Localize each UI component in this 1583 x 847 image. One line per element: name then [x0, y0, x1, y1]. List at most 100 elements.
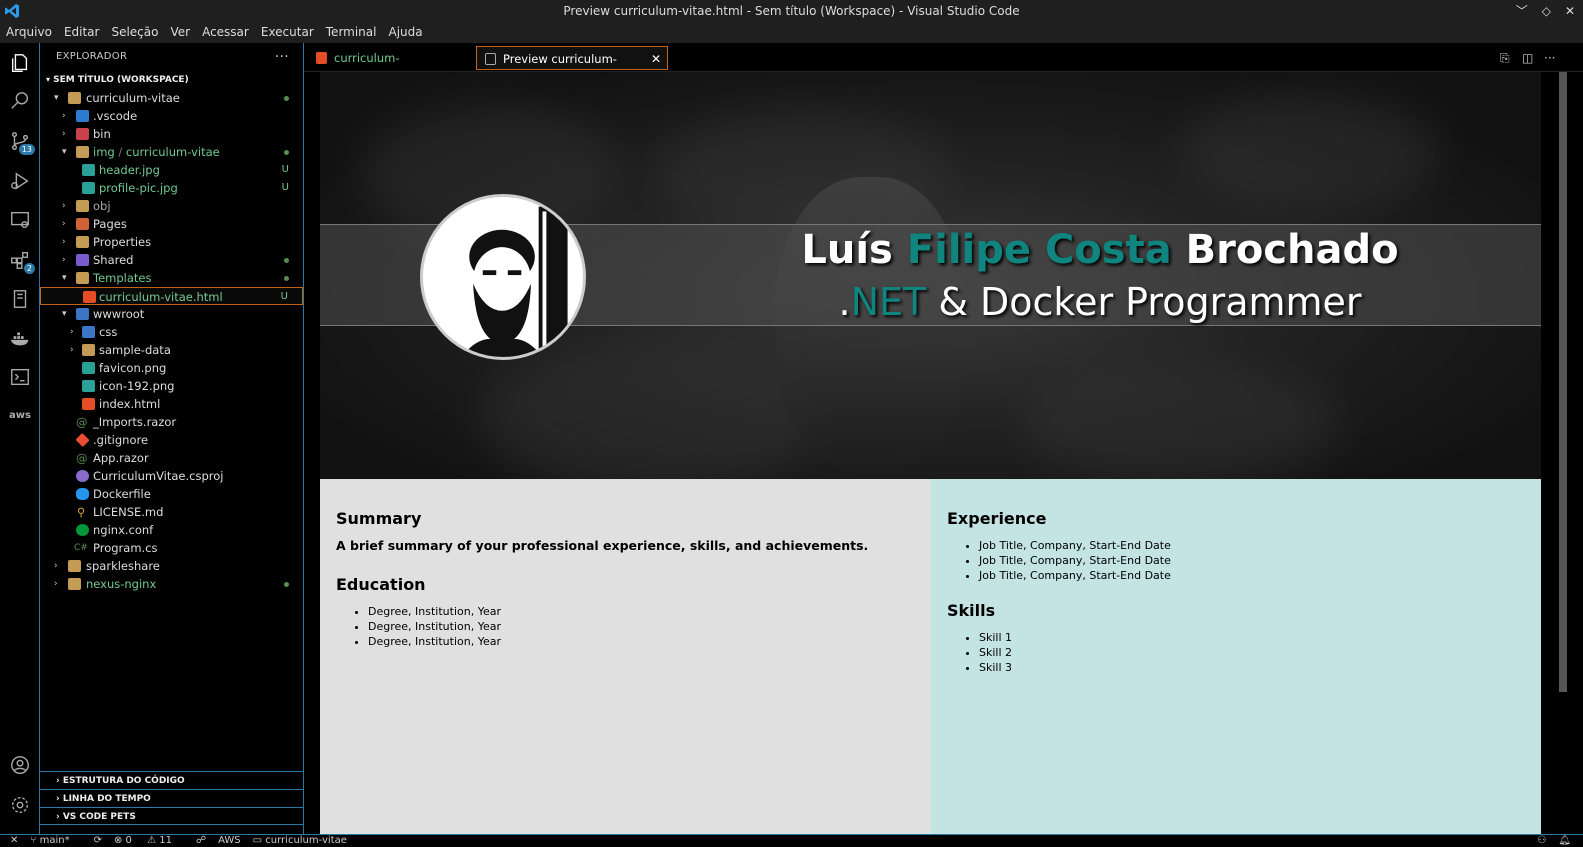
search-icon[interactable] [8, 89, 32, 113]
tree-file-index-html[interactable]: index.html [40, 395, 303, 413]
tree-file-app-razor[interactable]: @ App.razor [40, 449, 303, 467]
notebook-icon[interactable] [8, 287, 32, 311]
tree-folder-img[interactable]: ▾ img / curriculum-vitae [40, 143, 303, 161]
image-file-icon [82, 182, 95, 194]
menu-acessar[interactable]: Acessar [196, 22, 255, 43]
section-vscode-pets[interactable]: › VS CODE PETS [40, 807, 304, 825]
explorer-title: EXPLORADOR ··· [40, 43, 303, 71]
aws-status[interactable]: AWS [218, 835, 241, 847]
menu-ver[interactable]: Ver [164, 22, 196, 43]
close-tab-icon[interactable]: ✕ [651, 47, 661, 71]
account-icon[interactable] [8, 753, 32, 777]
menu-arquivo[interactable]: Arquivo [0, 22, 58, 43]
image-file-icon [82, 362, 95, 374]
tree-file-curriculum-vitae-html[interactable]: curriculum-vitae.html U [40, 287, 303, 305]
accounts-status-icon[interactable]: ⚇ [1537, 835, 1546, 847]
preview-icon [485, 53, 496, 65]
menu-ajuda[interactable]: Ajuda [382, 22, 428, 43]
profile-picture [420, 194, 586, 360]
open-source-icon[interactable]: ⎘ [1500, 51, 1514, 65]
folder-icon [68, 560, 81, 572]
tree-file-profile-pic-jpg[interactable]: profile-pic.jpg U [40, 179, 303, 197]
title-bar: Preview curriculum-vitae.html - Sem títu… [0, 0, 1583, 22]
tree-folder-properties[interactable]: › Properties [40, 233, 303, 251]
tree-folder-nexus-nginx[interactable]: › nexus-nginx [40, 575, 303, 593]
html-file-icon [83, 291, 96, 303]
tree-folder-sparkleshare[interactable]: › sparkleshare [40, 557, 303, 575]
notifications-icon[interactable]: 🔔︎ [1558, 835, 1571, 847]
tree-file-nginx-conf[interactable]: nginx.conf [40, 521, 303, 539]
docker-file-icon [76, 488, 89, 500]
tree-file-program-cs[interactable]: C# Program.cs [40, 539, 303, 557]
tree-folder-bin[interactable]: › bin [40, 125, 303, 143]
tree-file-header-jpg[interactable]: header.jpg U [40, 161, 303, 179]
split-editor-icon[interactable]: ◫ [1522, 51, 1536, 65]
tab-preview-curriculum-vitae[interactable]: Preview curriculum-vitae.html ✕ [476, 46, 668, 90]
remote-indicator-icon[interactable]: ✕ [10, 835, 18, 847]
tree-folder-css[interactable]: › css [40, 323, 303, 341]
docker-icon[interactable] [8, 326, 32, 350]
tree-file-license-md[interactable]: ⚲ LICENSE.md [40, 503, 303, 521]
activity-bar: 13 2 aws [0, 43, 40, 834]
tree-file-csproj[interactable]: CurriculumVitae.csproj [40, 467, 303, 485]
remote-explorer-icon[interactable] [8, 208, 32, 232]
menu-executar[interactable]: Executar [255, 22, 320, 43]
modified-dot [284, 582, 289, 587]
tree-folder-vscode[interactable]: › .vscode [40, 107, 303, 125]
tree-folder-sample-data[interactable]: › sample-data [40, 341, 303, 359]
tree-file-favicon-png[interactable]: favicon.png [40, 359, 303, 377]
menu-selecao[interactable]: Seleção [105, 22, 164, 43]
broadcast-icon[interactable]: ☍ [196, 835, 206, 847]
problems-indicator[interactable]: ⊗ 0 ⚠ 11 [114, 835, 184, 847]
folder-shared-icon [76, 254, 89, 266]
window-title: Preview curriculum-vitae.html - Sem títu… [563, 4, 1020, 18]
source-control-badge: 13 [18, 144, 35, 155]
section-timeline[interactable]: › LINHA DO TEMPO [40, 789, 304, 807]
source-control-icon[interactable]: 13 [8, 129, 35, 155]
tab-curriculum-vitae-html[interactable]: curriculum-vitae.html U [308, 46, 472, 89]
more-actions-icon[interactable]: ··· [275, 43, 289, 71]
list-item: Degree, Institution, Year [368, 634, 915, 649]
extensions-icon[interactable]: 2 [8, 248, 35, 274]
explorer-icon[interactable] [8, 51, 32, 75]
modified-dot [284, 96, 289, 101]
close-window-icon[interactable]: ✕ [1565, 0, 1575, 22]
tree-folder-shared[interactable]: › Shared [40, 251, 303, 269]
more-editor-actions-icon[interactable]: ··· [1544, 51, 1558, 65]
tree-folder-pages[interactable]: › Pages [40, 215, 303, 233]
minimize-icon[interactable]: ﹀ [1516, 0, 1528, 22]
tree-folder-obj[interactable]: › obj [40, 197, 303, 215]
menu-terminal[interactable]: Terminal [320, 22, 383, 43]
list-item: Job Title, Company, Start-End Date [979, 553, 1525, 568]
tree-file-imports-razor[interactable]: @ _Imports.razor [40, 413, 303, 431]
explorer-sidebar: EXPLORADOR ··· ▾ SEM TÍTULO (WORKSPACE) ▾… [40, 43, 304, 834]
aws-icon[interactable]: aws [8, 403, 32, 427]
maximize-icon[interactable]: ◇ [1542, 0, 1551, 22]
run-debug-icon[interactable] [8, 169, 32, 193]
tree-file-icon-192-png[interactable]: icon-192.png [40, 377, 303, 395]
workspace-header[interactable]: ▾ SEM TÍTULO (WORKSPACE) [40, 71, 303, 89]
terminal-icon[interactable] [8, 365, 32, 389]
menu-bar: Arquivo Editar Seleção Ver Acessar Execu… [0, 22, 1583, 43]
tree-file-gitignore[interactable]: .gitignore [40, 431, 303, 449]
list-item: Degree, Institution, Year [368, 604, 915, 619]
tree-file-dockerfile[interactable]: Dockerfile [40, 485, 303, 503]
tree-folder-templates[interactable]: ▾ Templates [40, 269, 303, 287]
folder-status[interactable]: ▭ curriculum-vitae [253, 835, 359, 847]
csproj-file-icon [76, 470, 89, 482]
settings-gear-icon[interactable] [8, 793, 32, 817]
preview-scrollbar[interactable] [1559, 72, 1567, 692]
sync-icon[interactable]: ⟳ [94, 835, 102, 847]
list-item: Skill 3 [979, 660, 1525, 675]
skills-list: Skill 1 Skill 2 Skill 3 [947, 630, 1525, 675]
menu-editar[interactable]: Editar [58, 22, 106, 43]
profile-portrait-icon [461, 206, 568, 357]
education-heading: Education [336, 575, 426, 594]
section-outline[interactable]: › ESTRUTURA DO CÓDIGO [40, 771, 304, 789]
tree-folder-curriculum-vitae[interactable]: ▾ curriculum-vitae [40, 89, 303, 107]
cv-role: .NET & Docker Programmer [838, 280, 1362, 324]
folder-icon [76, 272, 89, 284]
tree-folder-wwwroot[interactable]: ▾ wwwroot [40, 305, 303, 323]
html-file-icon [316, 52, 327, 64]
branch-indicator[interactable]: ⑂ main* [30, 835, 81, 847]
